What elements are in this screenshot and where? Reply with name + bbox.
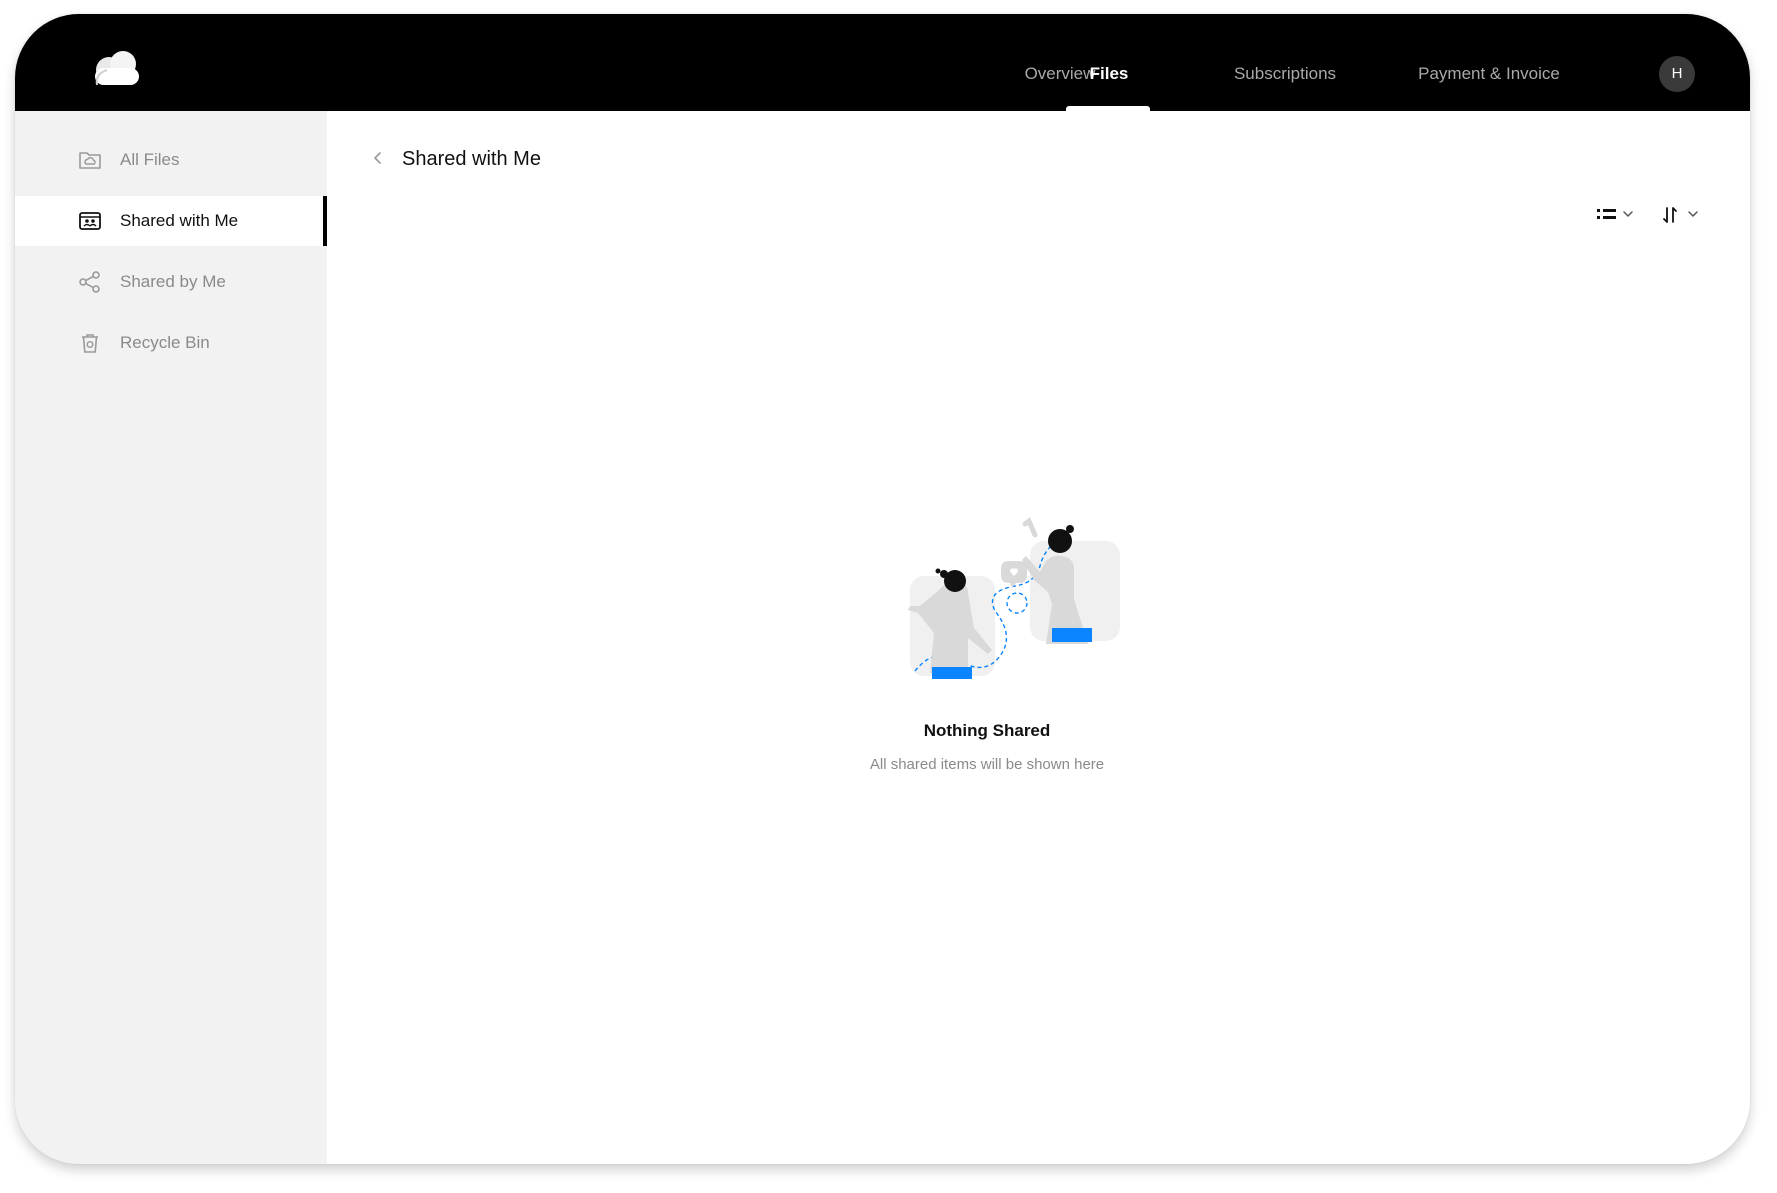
tab-payment-invoice[interactable]: Payment & Invoice — [1418, 64, 1560, 84]
sidebar-item-shared-by-me[interactable]: Shared by Me — [15, 257, 327, 307]
shared-with-me-icon — [79, 212, 101, 230]
tab-subscriptions[interactable]: Subscriptions — [1234, 64, 1336, 84]
tab-overview[interactable]: Overview — [1025, 64, 1096, 84]
cloud-icon[interactable] — [85, 48, 147, 88]
chevron-left-icon[interactable] — [367, 147, 389, 169]
sidebar: All Files Shared with Me Shared by Me Re… — [15, 111, 327, 1164]
sidebar-item-shared-with-me[interactable]: Shared with Me — [15, 196, 327, 246]
folder-cloud-icon — [79, 152, 101, 169]
user-avatar[interactable]: H — [1659, 56, 1695, 92]
sidebar-item-label: Recycle Bin — [120, 333, 210, 352]
app-window: Overview Files Subscriptions Payment & I… — [15, 14, 1750, 1164]
share-icon — [79, 271, 100, 293]
main-content: Shared with Me Nothing Shared All shared… — [327, 111, 1750, 1164]
sidebar-item-recycle-bin[interactable]: Recycle Bin — [15, 318, 327, 368]
page-title: Shared with Me — [402, 148, 541, 170]
sort-icon[interactable] — [1661, 203, 1705, 229]
empty-state-subtitle: All shared items will be shown here — [869, 756, 1105, 773]
list-view-icon[interactable] — [1595, 203, 1639, 229]
top-navigation-bar: Overview Files Subscriptions Payment & I… — [15, 14, 1750, 111]
sidebar-item-label: Shared with Me — [120, 211, 239, 230]
empty-state-title: Nothing Shared — [923, 721, 1051, 740]
sidebar-item-label: All Files — [120, 150, 180, 169]
people-sharing-illustration — [908, 517, 1120, 679]
sidebar-item-all-files[interactable]: All Files — [15, 135, 327, 185]
sidebar-item-label: Shared by Me — [120, 272, 226, 291]
trash-icon — [82, 334, 98, 353]
tab-files[interactable]: Files — [1090, 64, 1129, 84]
